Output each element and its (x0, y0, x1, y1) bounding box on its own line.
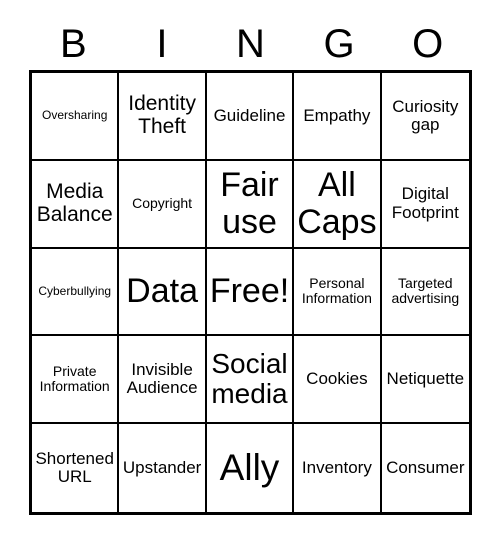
bingo-cell-r2c4[interactable]: All Caps (294, 160, 382, 249)
bingo-cell-label: Social media (211, 348, 288, 410)
bingo-cell-r5c4[interactable]: Inventory (294, 424, 382, 512)
bingo-header-letter-i: I (156, 22, 168, 66)
bingo-cell-label: Data (126, 272, 198, 311)
bingo-cell-r4c4[interactable]: Cookies (294, 336, 382, 425)
bingo-cell-label: Free! (209, 272, 290, 311)
bingo-cell-r4c2[interactable]: Invisible Audience (119, 336, 207, 425)
bingo-cell-label: Invisible Audience (126, 359, 198, 398)
bingo-cell-r3c1[interactable]: Cyberbullying (32, 248, 120, 337)
bingo-header-letter-n: N (236, 22, 265, 66)
bingo-cell-label: All Caps (297, 165, 377, 241)
bingo-cell-label: Media Balance (36, 180, 113, 226)
bingo-grid: Oversharing Identity Theft Guideline Emp… (29, 70, 472, 515)
bingo-cell-r2c1[interactable]: Media Balance (32, 160, 120, 249)
bingo-cell-r4c5[interactable]: Netiquette (381, 336, 469, 425)
bingo-cell-label: Digital Footprint (391, 184, 459, 222)
bingo-cell-label: Consumer (386, 457, 465, 477)
bingo-cell-r4c1[interactable]: Private Information (32, 336, 120, 425)
bingo-cell-r3c5[interactable]: Targeted advertising (381, 248, 469, 337)
bingo-cell-r2c5[interactable]: Digital Footprint (381, 160, 469, 249)
bingo-cell-r1c2[interactable]: Identity Theft (119, 73, 207, 161)
bingo-cell-label: Copyright (132, 195, 193, 212)
bingo-cell-r5c3[interactable]: Ally (206, 424, 295, 512)
bingo-header-letter-b: B (59, 22, 87, 66)
bingo-cell-r3c3[interactable]: Free! (206, 248, 295, 337)
bingo-cell-r1c1[interactable]: Oversharing (32, 73, 120, 161)
bingo-cell-label: Inventory (301, 457, 372, 477)
bingo-card: B I N G O Oversharing Identity Theft Gui… (0, 0, 501, 544)
bingo-header-letter-g: G (323, 22, 355, 66)
bingo-cell-r3c4[interactable]: Personal Information (294, 248, 382, 337)
bingo-cell-label: Fair use (220, 165, 279, 241)
bingo-cell-r5c1[interactable]: Shortened URL (32, 424, 120, 512)
bingo-cell-label: Guideline (213, 105, 286, 125)
bingo-cell-label: Upstander (122, 457, 202, 477)
bingo-cell-r2c3[interactable]: Fair use (206, 160, 295, 249)
bingo-cell-label: Identity Theft (128, 92, 196, 138)
bingo-cell-label: Shortened URL (35, 448, 114, 487)
bingo-cell-r1c4[interactable]: Empathy (294, 73, 382, 161)
bingo-cell-r1c5[interactable]: Curiosity gap (381, 73, 469, 161)
bingo-cell-r2c2[interactable]: Copyright (119, 160, 207, 249)
bingo-cell-r4c3[interactable]: Social media (206, 336, 295, 425)
bingo-cell-label: Cyberbullying (38, 284, 112, 299)
bingo-header-letter-o: O (412, 22, 444, 66)
bingo-cell-label: Netiquette (386, 369, 465, 389)
bingo-cell-label: Oversharing (42, 108, 108, 123)
bingo-cell-r1c3[interactable]: Guideline (206, 73, 295, 161)
bingo-header-row: B I N G O (29, 18, 472, 70)
bingo-cell-label: Cookies (306, 369, 368, 389)
bingo-cell-r5c2[interactable]: Upstander (119, 424, 207, 512)
bingo-cell-r3c2[interactable]: Data (119, 248, 207, 337)
bingo-cell-label: Curiosity gap (392, 96, 459, 134)
bingo-cell-label: Personal Information (301, 275, 372, 307)
bingo-cell-label: Ally (219, 447, 280, 489)
bingo-cell-label: Targeted advertising (391, 275, 460, 307)
bingo-cell-label: Private Information (39, 363, 110, 395)
bingo-cell-r5c5[interactable]: Consumer (381, 424, 469, 512)
bingo-cell-label: Empathy (303, 105, 371, 125)
